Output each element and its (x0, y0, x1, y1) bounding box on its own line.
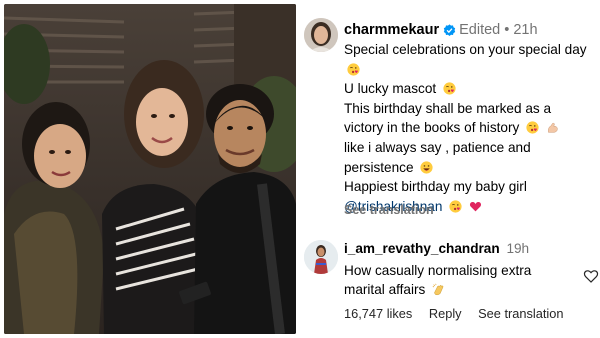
reply-line: How casually normalising extra (344, 263, 532, 278)
face-blowing-kiss-emoji (526, 121, 539, 134)
author-avatar[interactable] (304, 18, 338, 52)
clapping-hands-emoji (432, 283, 444, 296)
verified-badge-icon (443, 23, 456, 36)
post-header: charmmekaur Edited • 21h (344, 20, 538, 40)
caption-line: This birthday shall be marked as a (344, 100, 552, 116)
reply-text: How casually normalising extra marital a… (344, 261, 574, 299)
caption-line (344, 60, 600, 80)
face-blowing-kiss-emoji (347, 63, 360, 76)
heart-emoji (469, 201, 482, 212)
reply-button[interactable]: Reply (429, 306, 462, 321)
caption-line: Happiest birthday my baby girl (344, 179, 527, 195)
reply-actions: 16,747 likes Reply See translation (344, 306, 577, 321)
reply-header: i_am_revathy_chandran 19h (344, 241, 529, 256)
reply-time[interactable]: 19h (506, 241, 529, 256)
group-selfie-image (4, 4, 296, 334)
post-caption: Special celebrations on your special day… (344, 40, 600, 216)
caption-line: U lucky mascot (344, 79, 600, 99)
reply-line: marital affairs (344, 280, 574, 299)
face-blowing-kiss-emoji (449, 200, 462, 213)
caption-line: Special celebrations on your special day (344, 42, 587, 57)
grinning-face-emoji (420, 160, 433, 174)
commenter-avatar[interactable] (304, 240, 338, 274)
caption-line: persistence (344, 158, 600, 178)
flexed-biceps-emoji (547, 123, 558, 133)
post-time[interactable]: 21h (513, 22, 537, 38)
edited-label: Edited (459, 22, 501, 38)
heart-outline-icon[interactable] (583, 268, 599, 284)
likes-count[interactable]: 16,747 likes (344, 306, 412, 321)
comments-panel: charmmekaur Edited • 21h Special celebra… (300, 0, 600, 338)
see-translation-link[interactable]: See translation (478, 306, 563, 321)
caption-line: like i always say , patience and (344, 139, 531, 155)
face-blowing-kiss-emoji (443, 82, 456, 95)
separator-dot: • (504, 22, 510, 38)
post-photo (4, 4, 296, 334)
see-translation-link[interactable]: See translation (344, 203, 434, 217)
caption-line: victory in the books of history (344, 118, 600, 138)
author-username[interactable]: charmmekaur (344, 22, 439, 38)
commenter-username[interactable]: i_am_revathy_chandran (344, 241, 500, 256)
